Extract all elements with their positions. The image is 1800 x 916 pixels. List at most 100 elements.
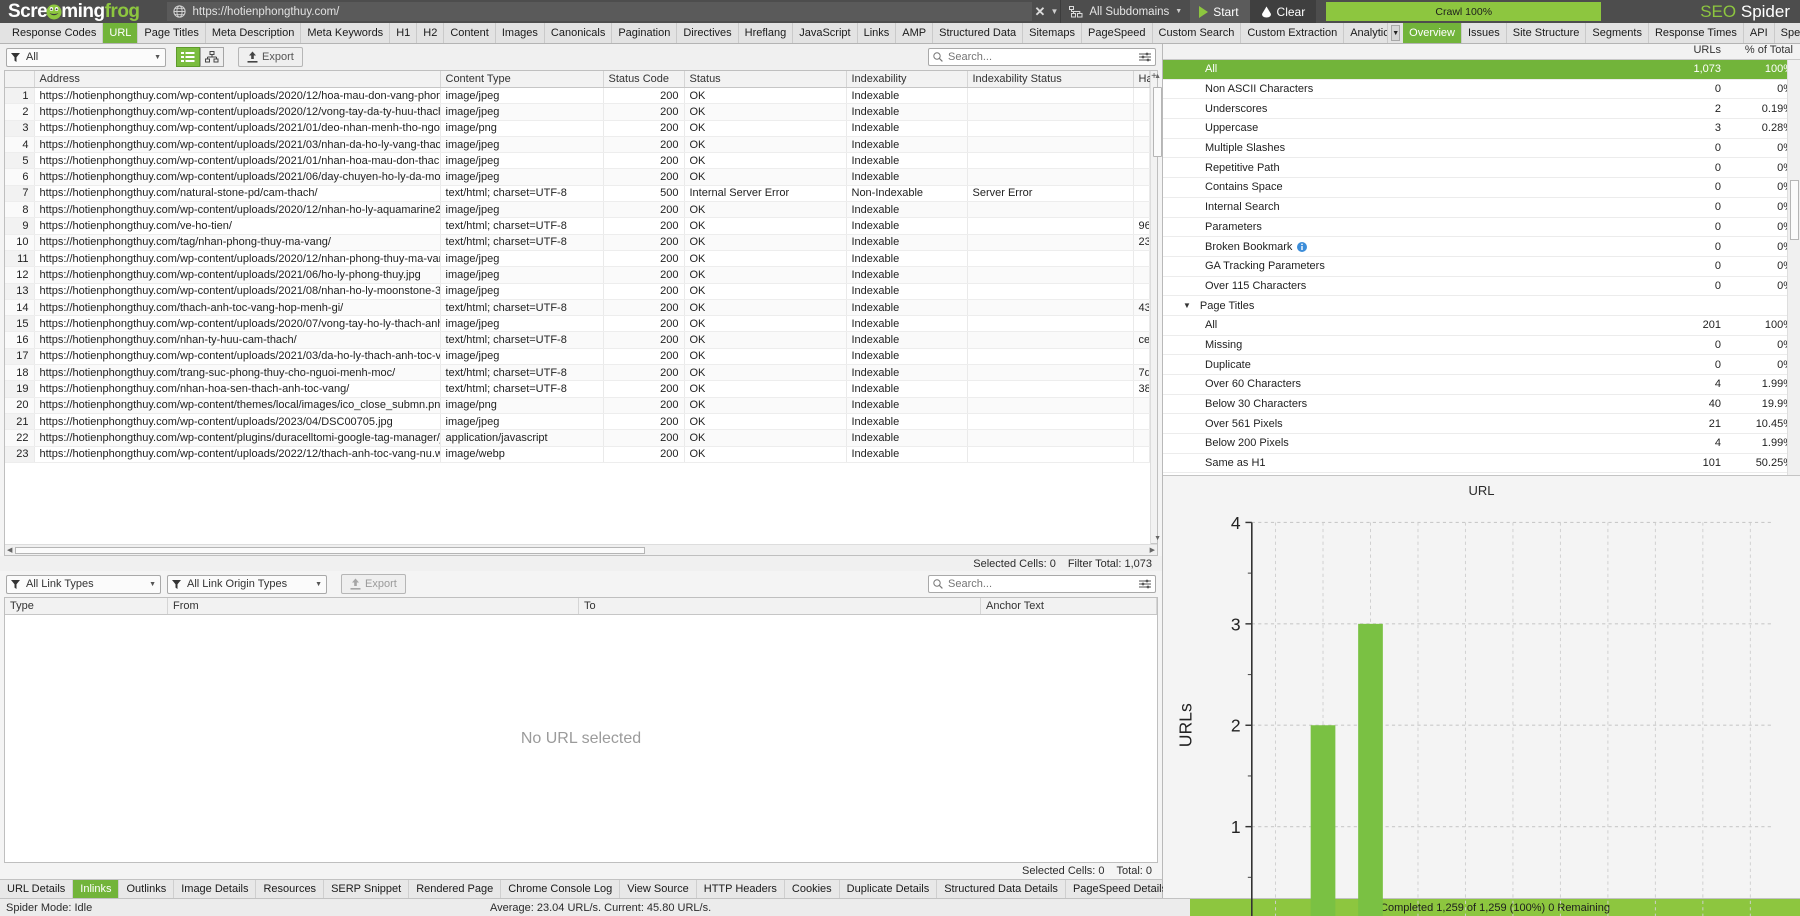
cell-content-type[interactable]: text/html; charset=UTF-8 bbox=[440, 331, 604, 349]
table-row[interactable]: 3 https://hotienphongthuy.com/wp-content/… bbox=[5, 120, 1151, 137]
clear-url-icon[interactable]: ✕ bbox=[1032, 4, 1049, 20]
tab-javascript[interactable]: JavaScript bbox=[793, 23, 858, 43]
tab-site-structure[interactable]: Site Structure bbox=[1507, 23, 1587, 43]
cell-status-code[interactable]: 200 bbox=[603, 136, 685, 154]
cell-content-type[interactable]: image/jpeg bbox=[440, 283, 604, 300]
detail-tab-rendered-page[interactable]: Rendered Page bbox=[409, 880, 502, 898]
scroll-left-icon[interactable]: ◀ bbox=[7, 546, 12, 554]
url-input[interactable]: https://hotienphongthuy.com/ bbox=[166, 2, 1032, 21]
detail-tab-duplicate-details[interactable]: Duplicate Details bbox=[840, 880, 938, 898]
row-index[interactable]: 21 bbox=[5, 413, 35, 431]
url-history-chevron-down-icon[interactable]: ▼ bbox=[1048, 7, 1060, 16]
row-index[interactable]: 23 bbox=[5, 446, 35, 463]
cell-content-type[interactable]: image/jpeg bbox=[440, 413, 604, 431]
overview-col-pct[interactable]: % of Total bbox=[1728, 44, 1800, 59]
row-index[interactable]: 22 bbox=[5, 429, 35, 447]
cell-address[interactable]: https://hotienphongthuy.com/wp-content/u… bbox=[34, 446, 441, 463]
scroll-down-icon[interactable]: ▼ bbox=[1154, 535, 1161, 542]
cell-hash[interactable] bbox=[1133, 120, 1151, 137]
cell-indexability[interactable]: Indexable bbox=[846, 413, 968, 431]
cell-indexability[interactable]: Indexable bbox=[846, 397, 968, 414]
table-row[interactable]: 6 https://hotienphongthuy.com/wp-content/… bbox=[5, 168, 1151, 186]
cell-indexability-status[interactable] bbox=[967, 250, 1134, 268]
cell-indexability[interactable]: Indexable bbox=[846, 315, 968, 333]
cell-hash[interactable] bbox=[1133, 429, 1151, 447]
cell-status[interactable]: OK bbox=[684, 168, 847, 186]
overview-row[interactable]: Internal Search 0 0% bbox=[1163, 198, 1800, 218]
cell-content-type[interactable]: image/jpeg bbox=[440, 168, 604, 186]
cell-address[interactable]: https://hotienphongthuy.com/natural-ston… bbox=[34, 185, 441, 203]
table-row[interactable]: 5 https://hotienphongthuy.com/wp-content/… bbox=[5, 152, 1151, 170]
col-content-type[interactable]: Content Type bbox=[440, 71, 604, 88]
overview-row[interactable]: Over 115 Characters 0 0% bbox=[1163, 277, 1800, 297]
overview-row[interactable]: Multiple Slashes 0 0% bbox=[1163, 139, 1800, 159]
scroll-thumb[interactable] bbox=[1153, 87, 1163, 157]
cell-hash[interactable]: 38d8370c1b7aaf4e bbox=[1133, 380, 1151, 398]
detail-tab-structured-data-details[interactable]: Structured Data Details bbox=[937, 880, 1066, 898]
cell-indexability-status[interactable] bbox=[967, 168, 1134, 186]
overview-row[interactable]: Broken Bookmark 0 0% bbox=[1163, 237, 1800, 257]
detail-tab-resources[interactable]: Resources bbox=[256, 880, 325, 898]
lower-search-box[interactable] bbox=[928, 575, 1156, 593]
clear-button[interactable]: Clear bbox=[1249, 0, 1317, 23]
cell-indexability-status[interactable] bbox=[967, 120, 1134, 137]
cell-address[interactable]: https://hotienphongthuy.com/wp-content/u… bbox=[34, 87, 441, 105]
tab-overview[interactable]: Overview bbox=[1403, 23, 1462, 43]
col-index[interactable] bbox=[5, 71, 35, 88]
cell-indexability-status[interactable] bbox=[967, 429, 1134, 447]
cell-indexability-status[interactable] bbox=[967, 103, 1134, 121]
table-row[interactable]: 19 https://hotienphongthuy.com/nhan-hoa-s… bbox=[5, 380, 1151, 398]
cell-hash[interactable] bbox=[1133, 266, 1151, 284]
cell-status-code[interactable]: 200 bbox=[603, 299, 685, 317]
cell-hash[interactable] bbox=[1133, 185, 1151, 203]
cell-status-code[interactable]: 200 bbox=[603, 103, 685, 121]
cell-address[interactable]: https://hotienphongthuy.com/wp-content/u… bbox=[34, 201, 441, 219]
search-input[interactable] bbox=[948, 51, 1134, 63]
cell-status-code[interactable]: 200 bbox=[603, 250, 685, 268]
cell-status-code[interactable]: 200 bbox=[603, 120, 685, 137]
cell-address[interactable]: https://hotienphongthuy.com/wp-content/u… bbox=[34, 413, 441, 431]
cell-content-type[interactable]: text/html; charset=UTF-8 bbox=[440, 217, 604, 235]
cell-address[interactable]: https://hotienphongthuy.com/wp-content/u… bbox=[34, 120, 441, 137]
cell-status-code[interactable]: 200 bbox=[603, 446, 685, 463]
tab-custom-extraction[interactable]: Custom Extraction bbox=[1241, 23, 1345, 43]
tab-analytic[interactable]: Analytic bbox=[1344, 23, 1389, 43]
cell-status[interactable]: OK bbox=[684, 234, 847, 251]
cell-indexability[interactable]: Indexable bbox=[846, 299, 968, 317]
cell-indexability-status[interactable] bbox=[967, 413, 1134, 431]
table-row[interactable]: 17 https://hotienphongthuy.com/wp-content… bbox=[5, 348, 1151, 366]
scroll-up-icon[interactable]: ▲ bbox=[1154, 73, 1161, 80]
cell-status-code[interactable]: 200 bbox=[603, 87, 685, 105]
cell-indexability-status[interactable] bbox=[967, 136, 1134, 154]
cell-indexability[interactable]: Indexable bbox=[846, 380, 968, 398]
inlinks-col-anchor-text[interactable]: Anchor Text bbox=[981, 598, 1157, 614]
cell-indexability-status[interactable] bbox=[967, 446, 1134, 463]
cell-hash[interactable] bbox=[1133, 413, 1151, 431]
cell-status-code[interactable]: 200 bbox=[603, 234, 685, 251]
cell-indexability[interactable]: Indexable bbox=[846, 266, 968, 284]
row-index[interactable]: 5 bbox=[5, 152, 35, 170]
cell-status-code[interactable]: 500 bbox=[603, 185, 685, 203]
table-horizontal-scrollbar[interactable]: ◀ ▶ bbox=[5, 544, 1157, 555]
row-index[interactable]: 4 bbox=[5, 136, 35, 154]
tab-page-titles[interactable]: Page Titles bbox=[138, 23, 206, 43]
table-row[interactable]: 4 https://hotienphongthuy.com/wp-content/… bbox=[5, 136, 1151, 154]
cell-status[interactable]: OK bbox=[684, 201, 847, 219]
overview-scroll-thumb[interactable] bbox=[1790, 180, 1799, 240]
row-index[interactable]: 16 bbox=[5, 331, 35, 349]
cell-indexability[interactable]: Indexable bbox=[846, 446, 968, 463]
cell-hash[interactable] bbox=[1133, 397, 1151, 414]
cell-status-code[interactable]: 200 bbox=[603, 364, 685, 382]
left-tabs-overflow-chevron-down-icon[interactable]: ▼ bbox=[1391, 25, 1401, 41]
row-index[interactable]: 10 bbox=[5, 234, 35, 251]
table-row[interactable]: 22 https://hotienphongthuy.com/wp-content… bbox=[5, 429, 1151, 447]
cell-content-type[interactable]: image/jpeg bbox=[440, 136, 604, 154]
cell-indexability[interactable]: Non-Indexable bbox=[846, 185, 968, 203]
cell-hash[interactable]: 2351d12dfbb0ab7 bbox=[1133, 234, 1151, 251]
tab-pagination[interactable]: Pagination bbox=[612, 23, 678, 43]
lower-search-input[interactable] bbox=[948, 578, 1134, 590]
cell-status-code[interactable]: 200 bbox=[603, 429, 685, 447]
cell-content-type[interactable]: text/html; charset=UTF-8 bbox=[440, 380, 604, 398]
cell-hash[interactable] bbox=[1133, 136, 1151, 154]
link-types-chevron-down-icon[interactable]: ▼ bbox=[149, 581, 156, 588]
